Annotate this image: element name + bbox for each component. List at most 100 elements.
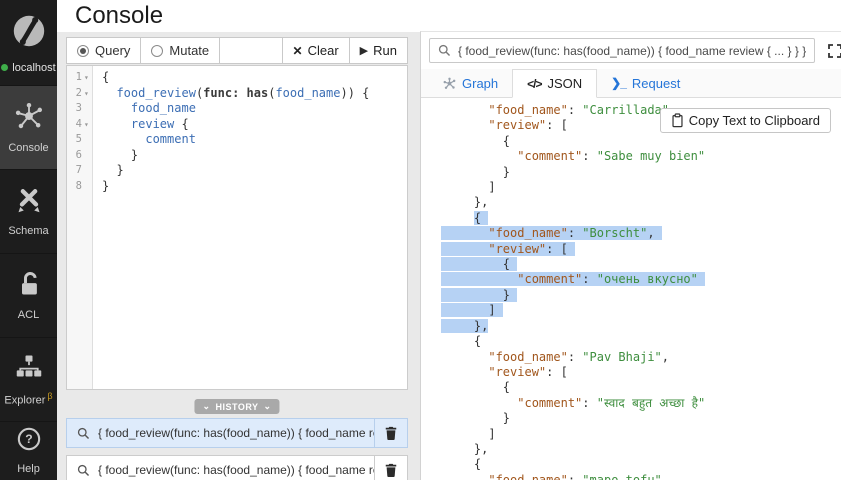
json-result-line: "comment": "स्वाद बहुत अच्छा है": [435, 396, 841, 411]
json-result-line: {: [435, 211, 841, 226]
text-selection: {: [474, 211, 488, 225]
history-item[interactable]: { food_review(func: has(food_name)) { fo…: [66, 455, 408, 480]
schema-pencils-icon: [14, 186, 44, 219]
line-number: 5: [67, 132, 84, 148]
fold-arrow-icon[interactable]: ▾: [84, 117, 92, 133]
json-result-line: },: [435, 319, 841, 334]
json-result-line: "comment": "очень вкусно": [435, 272, 841, 287]
clipboard-icon: [671, 113, 684, 128]
json-output[interactable]: "food_name": "Carrillada", "review": [ {…: [421, 98, 841, 480]
history-query-text: { food_review(func: has(food_name)) { fo…: [98, 463, 374, 477]
editor-code-line: 6 }: [67, 148, 407, 164]
json-result-line: {: [435, 457, 841, 472]
history-item[interactable]: { food_review(func: has(food_name)) { fo…: [66, 418, 408, 448]
json-result-line: },: [435, 442, 841, 457]
graph-network-icon: [443, 77, 456, 90]
play-icon: ▶: [360, 44, 368, 57]
query-radio-label: Query: [95, 43, 130, 58]
json-result-line: {: [435, 257, 841, 272]
line-number: 6: [67, 148, 84, 164]
fold-arrow-icon[interactable]: ▾: [84, 70, 92, 86]
beta-badge: β: [47, 391, 52, 401]
tab-json[interactable]: </> JSON: [512, 69, 597, 98]
delete-history-button[interactable]: [374, 419, 407, 447]
chevron-down-icon: ⌄: [202, 401, 210, 412]
sidebar-item-label: ACL: [18, 309, 39, 321]
json-result-line: }: [435, 165, 841, 180]
results-query-row: { food_review(func: has(food_name)) { fo…: [421, 32, 841, 69]
json-result-line: {: [435, 334, 841, 349]
tab-request[interactable]: ❯_ Request: [597, 69, 694, 97]
search-icon: [438, 44, 451, 57]
json-result-line: "review": [: [435, 242, 841, 257]
editor-code-line: 2▾ food_review(func: has(food_name)) {: [67, 86, 407, 102]
copy-button-label: Copy Text to Clipboard: [689, 113, 820, 128]
search-icon: [77, 427, 90, 440]
chevron-down-icon: ⌄: [264, 401, 272, 412]
toolbar-spacer: [220, 38, 281, 63]
page-title: Console: [75, 2, 163, 30]
query-editor[interactable]: 1▾{2▾ food_review(func: has(food_name)) …: [66, 65, 408, 390]
fullscreen-button[interactable]: [825, 41, 841, 61]
clear-button-label: Clear: [308, 43, 339, 58]
json-result-line: {: [435, 380, 841, 395]
close-icon: ✕: [293, 44, 303, 58]
text-selection: {: [445, 257, 517, 271]
tab-graph[interactable]: Graph: [429, 69, 512, 97]
editor-code-line: 8}: [67, 179, 407, 195]
history-query-text: { food_review(func: has(food_name)) { fo…: [98, 426, 374, 440]
history-label: HISTORY: [215, 402, 258, 412]
editor-code-line: 3 food_name: [67, 101, 407, 117]
results-query-input[interactable]: { food_review(func: has(food_name)) { fo…: [429, 38, 815, 63]
run-button[interactable]: ▶ Run: [349, 38, 407, 63]
line-number: 3: [67, 101, 84, 117]
query-radio-option[interactable]: Query: [67, 38, 141, 63]
fold-gutter: [84, 179, 92, 195]
json-result-line: ]: [435, 180, 841, 195]
copy-to-clipboard-button[interactable]: Copy Text to Clipboard: [660, 108, 831, 133]
sidebar-item-acl[interactable]: ACL: [0, 253, 57, 337]
sidebar-server-connection[interactable]: localhost: [0, 0, 57, 85]
fold-gutter: [84, 148, 92, 164]
radio-selected-icon[interactable]: [77, 45, 89, 57]
clear-button[interactable]: ✕ Clear: [282, 38, 349, 63]
line-number: 7: [67, 163, 84, 179]
json-result-line: ]: [435, 303, 841, 318]
mutate-radio-label: Mutate: [169, 43, 209, 58]
text-selection: "comment": "очень вкусно": [445, 272, 705, 286]
terminal-prompt-icon: ❯_: [611, 76, 626, 90]
results-panel: { food_review(func: has(food_name)) { fo…: [420, 31, 841, 480]
sidebar-item-help[interactable]: ? Help: [0, 421, 57, 478]
text-selection: ]: [445, 303, 503, 317]
fold-gutter: [84, 132, 92, 148]
dgraph-logo-icon: [10, 12, 48, 55]
sidebar-item-explorer[interactable]: Explorerβ: [0, 337, 57, 421]
sidebar-item-label: Explorerβ: [4, 391, 52, 407]
delete-history-button[interactable]: [374, 456, 407, 480]
json-result-line: "food_name": "Pav Bhaji",: [435, 350, 841, 365]
sidebar-item-console[interactable]: Console: [0, 85, 57, 169]
text-selection: "food_name": "Borscht",: [445, 226, 662, 240]
json-result-line: "food_name": "Borscht",: [435, 226, 841, 241]
mutate-radio-option[interactable]: Mutate: [141, 38, 220, 63]
json-result-line: "review": [: [435, 365, 841, 380]
code-brackets-icon: </>: [527, 77, 541, 91]
connection-status-dot: [1, 64, 8, 71]
main-content: Console Query Mutate ✕ Clear ▶ Run 1▾{2▾…: [57, 0, 841, 480]
results-query-text: { food_review(func: has(food_name)) { fo…: [458, 44, 806, 58]
line-number: 1: [67, 70, 84, 86]
fold-arrow-icon[interactable]: ▾: [84, 86, 92, 102]
help-question-icon: ?: [16, 426, 42, 457]
editor-code-line: 1▾{: [67, 70, 407, 86]
sidebar-item-schema[interactable]: Schema: [0, 169, 57, 253]
radio-unselected-icon[interactable]: [151, 45, 163, 57]
history-toggle[interactable]: ⌄ HISTORY ⌄: [194, 399, 279, 414]
console-network-icon: [13, 101, 45, 136]
server-label: localhost: [12, 62, 55, 74]
line-number: 8: [67, 179, 84, 195]
svg-text:?: ?: [25, 432, 32, 446]
open-lock-icon: [15, 270, 43, 303]
text-selection: },: [445, 319, 488, 333]
tab-label: Request: [632, 76, 680, 91]
sitemap-icon: [14, 352, 44, 385]
